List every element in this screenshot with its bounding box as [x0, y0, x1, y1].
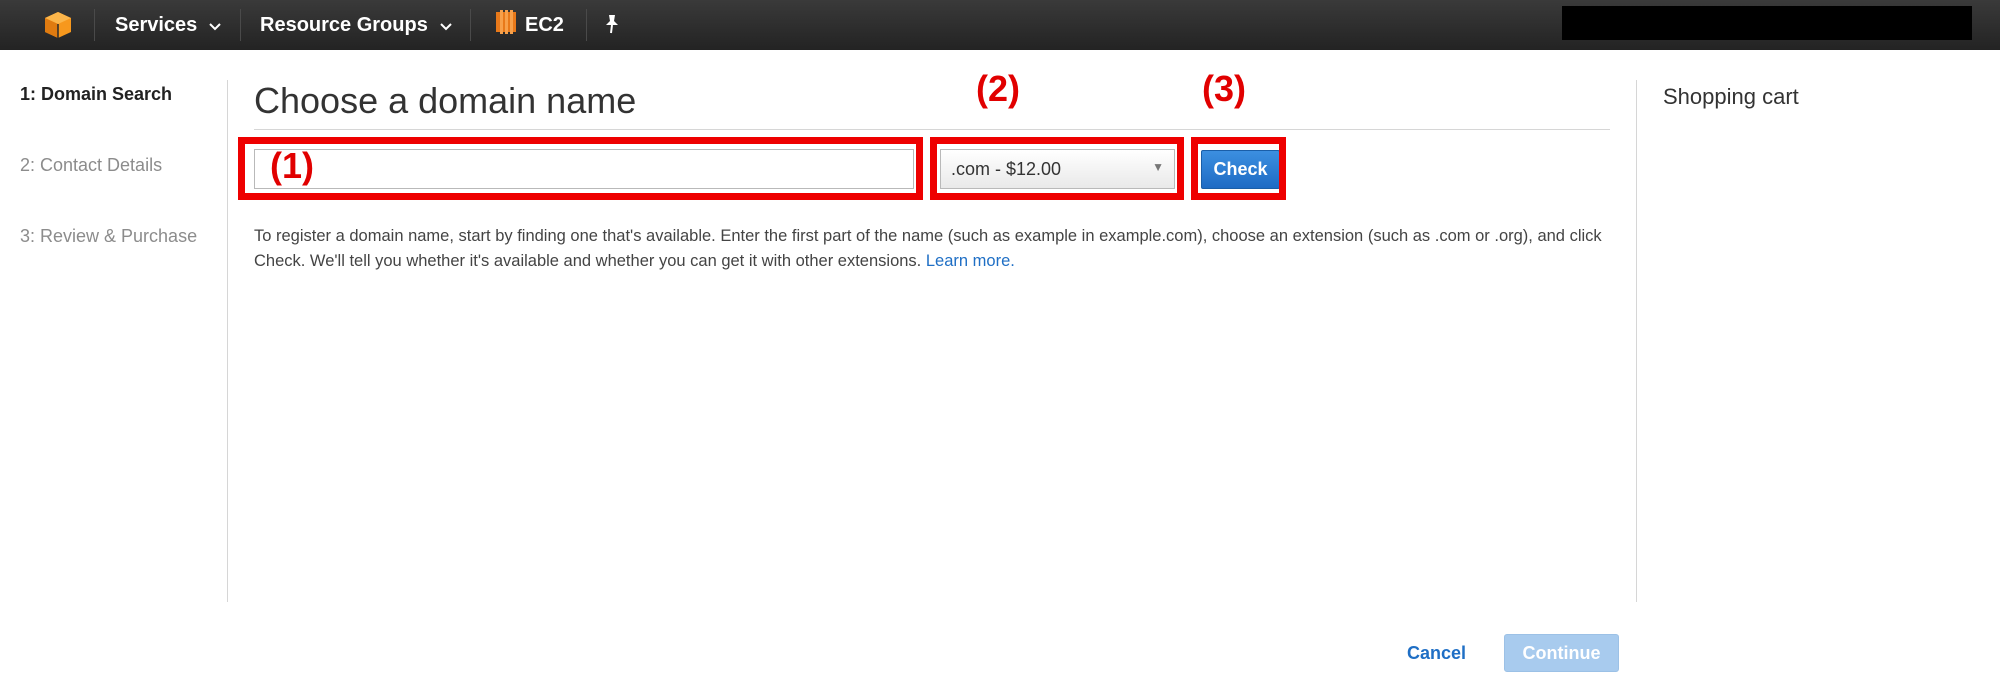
title-divider	[254, 129, 1610, 130]
page-title: Choose a domain name	[254, 80, 637, 121]
ec2-label: EC2	[525, 13, 564, 36]
nav-separator	[240, 9, 241, 41]
help-text: To register a domain name, start by find…	[254, 224, 1624, 274]
chevron-down-icon	[209, 14, 222, 37]
learn-more-link[interactable]: Learn more.	[926, 252, 1015, 270]
sidebar-step-domain-search[interactable]: 1: Domain Search	[20, 84, 172, 105]
ec2-shortcut[interactable]: EC2	[495, 0, 564, 50]
annotation-box-1	[238, 137, 923, 200]
top-navigation-bar: Services Resource Groups EC2	[0, 0, 2000, 50]
account-menu[interactable]	[1562, 6, 1972, 40]
services-label: Services	[115, 13, 198, 36]
annotation-label-2: (2)	[976, 68, 1020, 109]
services-menu[interactable]: Services	[115, 0, 222, 50]
cart-divider	[1636, 80, 1637, 602]
annotation-box-3	[1191, 137, 1286, 200]
sidebar-divider	[227, 80, 228, 602]
sidebar-step-contact-details[interactable]: 2: Contact Details	[20, 155, 162, 176]
nav-separator	[94, 9, 95, 41]
nav-separator	[470, 9, 471, 41]
sidebar-step-review-purchase[interactable]: 3: Review & Purchase	[20, 226, 197, 247]
shopping-cart-title: Shopping cart	[1663, 84, 1799, 109]
annotation-label-3: (3)	[1202, 68, 1246, 109]
annotation-label-1: (1)	[270, 145, 314, 186]
chevron-down-icon	[440, 14, 452, 37]
aws-cube-logo-icon[interactable]	[44, 11, 72, 44]
resource-groups-menu[interactable]: Resource Groups	[260, 0, 452, 50]
pin-icon[interactable]	[604, 14, 620, 39]
nav-separator	[586, 9, 587, 41]
ec2-icon	[495, 9, 517, 41]
continue-button[interactable]: Continue	[1504, 634, 1619, 672]
cancel-button[interactable]: Cancel	[1407, 643, 1466, 664]
resource-groups-label: Resource Groups	[260, 13, 428, 36]
annotation-box-2	[930, 137, 1184, 200]
